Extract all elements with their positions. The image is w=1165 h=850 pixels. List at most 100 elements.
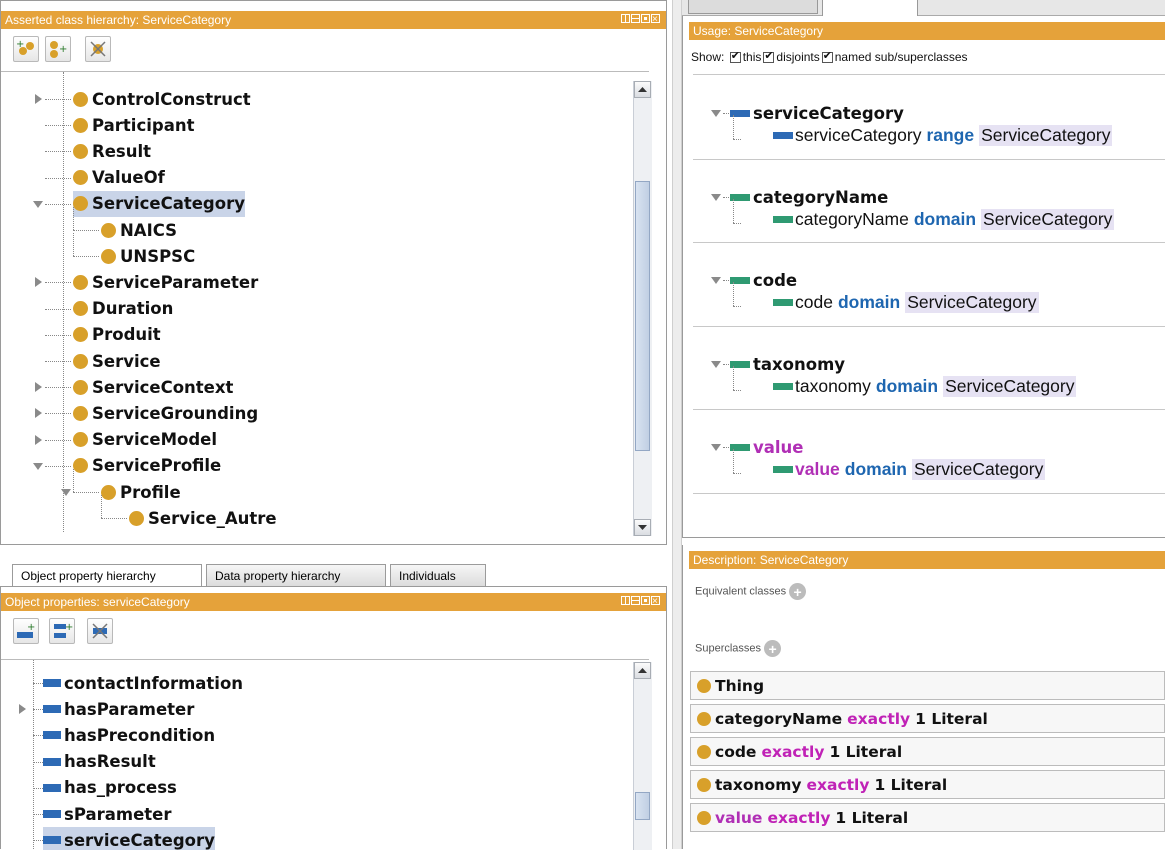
superclass-row[interactable]: value exactly 1 Literal <box>690 803 1165 832</box>
expand-arrow-icon[interactable] <box>35 434 42 445</box>
column-divider[interactable] <box>672 0 682 849</box>
show-named-sub-superclasses-checkbox[interactable] <box>821 49 833 64</box>
class-icon <box>73 432 88 448</box>
collapse-arrow-icon[interactable] <box>711 110 721 117</box>
class-tree-row[interactable]: ServiceModel <box>73 427 217 453</box>
usage-entity-row[interactable]: serviceCategory <box>711 104 904 123</box>
class-tree-row[interactable]: Duration <box>73 296 173 322</box>
usage-entity-row[interactable]: categoryName <box>711 188 888 207</box>
object-property-icon <box>43 810 61 818</box>
scroll-thumb[interactable] <box>635 181 650 451</box>
superclass-row[interactable]: Thing <box>690 671 1165 700</box>
class-icon <box>73 405 88 421</box>
superclass-row[interactable]: taxonomy exactly 1 Literal <box>690 770 1165 799</box>
class-tree-row[interactable]: UNSPSC <box>101 243 195 269</box>
class-tree-scrollbar[interactable] <box>633 81 652 536</box>
expand-arrow-icon[interactable] <box>35 382 42 393</box>
add-subproperty-button[interactable]: + <box>13 618 39 644</box>
add-sibling-class-button[interactable]: + <box>45 36 71 62</box>
class-tree-row[interactable]: ControlConstruct <box>73 86 251 112</box>
show-disjoints-checkbox[interactable] <box>763 49 775 64</box>
svg-text:+: + <box>59 44 67 55</box>
property-tree-row[interactable]: contactInformation <box>43 670 243 696</box>
class-tree-row[interactable]: Service_Autre <box>129 505 277 531</box>
delete-property-button[interactable] <box>87 618 113 644</box>
class-tree-row[interactable]: ServiceProfile <box>73 453 221 479</box>
add-equivalent-class-button[interactable]: + <box>789 583 807 600</box>
property-tree-row[interactable]: serviceCategory <box>43 827 215 850</box>
restriction-keyword: exactly <box>806 775 870 794</box>
property-tree-scrollbar[interactable] <box>633 662 652 850</box>
class-tree-row[interactable]: Profile <box>101 479 181 505</box>
class-label: Produit <box>92 325 161 345</box>
collapse-arrow-icon[interactable] <box>33 462 43 470</box>
class-icon <box>73 196 88 212</box>
usage-axiom-row[interactable]: value domain ServiceCategory <box>773 459 1046 480</box>
class-tree-row[interactable]: ServiceCategory <box>73 190 245 217</box>
expand-arrow-icon[interactable] <box>19 704 26 715</box>
collapse-arrow-icon[interactable] <box>711 193 721 201</box>
usage-entity-row[interactable]: value <box>711 438 803 457</box>
class-icon <box>101 248 116 264</box>
tree-connector <box>723 196 729 198</box>
class-label: ServiceCategory <box>92 194 245 214</box>
tab-class-usage[interactable] <box>822 0 918 16</box>
add-circle-icon: + <box>768 640 777 657</box>
tab-object-property-hierarchy[interactable]: Object property hierarchy <box>12 564 202 586</box>
scroll-down-button[interactable] <box>634 519 651 536</box>
tab-individuals[interactable]: Individuals <box>390 564 486 586</box>
tab-class-annotations[interactable] <box>688 0 818 14</box>
property-tree-row[interactable]: hasPrecondition <box>43 722 215 748</box>
class-tree-row[interactable]: ServiceParameter <box>73 269 258 295</box>
axiom-target: ServiceCategory <box>911 459 1046 480</box>
property-tree-row[interactable]: sParameter <box>43 801 171 827</box>
show-this-checkbox[interactable] <box>729 49 741 64</box>
scroll-up-button[interactable] <box>634 81 651 98</box>
superclass-row[interactable]: categoryName exactly 1 Literal <box>690 704 1165 733</box>
view-controls[interactable] <box>621 11 660 29</box>
usage-axiom-row[interactable]: categoryName domain ServiceCategory <box>773 208 1115 230</box>
scroll-up-button[interactable] <box>634 662 651 679</box>
class-tree-row[interactable]: ValueOf <box>73 165 165 191</box>
equivalent-classes-section: Equivalent classes + <box>695 583 807 600</box>
add-subclass-button[interactable]: + <box>13 36 39 62</box>
usage-entity-row[interactable]: taxonomy <box>711 355 845 374</box>
property-icon <box>773 382 793 390</box>
property-tree-row[interactable]: has_process <box>43 775 177 801</box>
class-tree-row[interactable]: NAICS <box>101 217 177 243</box>
class-label: NAICS <box>120 220 178 240</box>
property-tree-row[interactable]: hasResult <box>43 749 156 775</box>
tab-data-property-hierarchy[interactable]: Data property hierarchy <box>206 564 386 586</box>
superclass-row[interactable]: code exactly 1 Literal <box>690 737 1165 766</box>
collapse-arrow-icon[interactable] <box>61 489 71 496</box>
view-controls[interactable] <box>621 593 660 611</box>
add-sibling-property-button[interactable]: + <box>49 618 75 644</box>
usage-entity-label: categoryName <box>753 187 889 207</box>
add-sibling-property-icon: + <box>54 622 73 638</box>
expand-arrow-icon[interactable] <box>35 277 42 288</box>
delete-class-button[interactable] <box>85 36 111 62</box>
class-icon <box>697 810 711 825</box>
expand-arrow-icon[interactable] <box>35 408 42 419</box>
usage-axiom-row[interactable]: taxonomy domain ServiceCategory <box>773 375 1077 397</box>
usage-axiom-row[interactable]: serviceCategory range ServiceCategory <box>773 125 1113 146</box>
property-tree-row[interactable]: hasParameter <box>43 696 194 722</box>
class-tree-row[interactable]: Service <box>73 348 161 374</box>
collapse-arrow-icon[interactable] <box>711 360 721 368</box>
collapse-arrow-icon[interactable] <box>711 444 721 451</box>
usage-entity-row[interactable]: code <box>711 271 797 290</box>
collapse-arrow-icon[interactable] <box>711 277 721 284</box>
collapse-arrow-icon[interactable] <box>33 200 43 208</box>
class-tree-row[interactable]: ServiceContext <box>73 374 233 400</box>
tree-guide-line <box>33 660 34 850</box>
scroll-thumb[interactable] <box>635 792 650 820</box>
class-tree-row[interactable]: Result <box>73 138 151 164</box>
tree-connector <box>33 840 43 842</box>
class-tree-row[interactable]: ServiceGrounding <box>73 400 258 426</box>
axiom-keyword: domain <box>913 208 977 229</box>
class-tree-row[interactable]: Produit <box>73 322 161 348</box>
add-superclass-button[interactable]: + <box>764 640 782 657</box>
usage-axiom-row[interactable]: code domain ServiceCategory <box>773 292 1039 313</box>
class-tree-row[interactable]: Participant <box>73 112 194 138</box>
expand-arrow-icon[interactable] <box>35 94 42 104</box>
